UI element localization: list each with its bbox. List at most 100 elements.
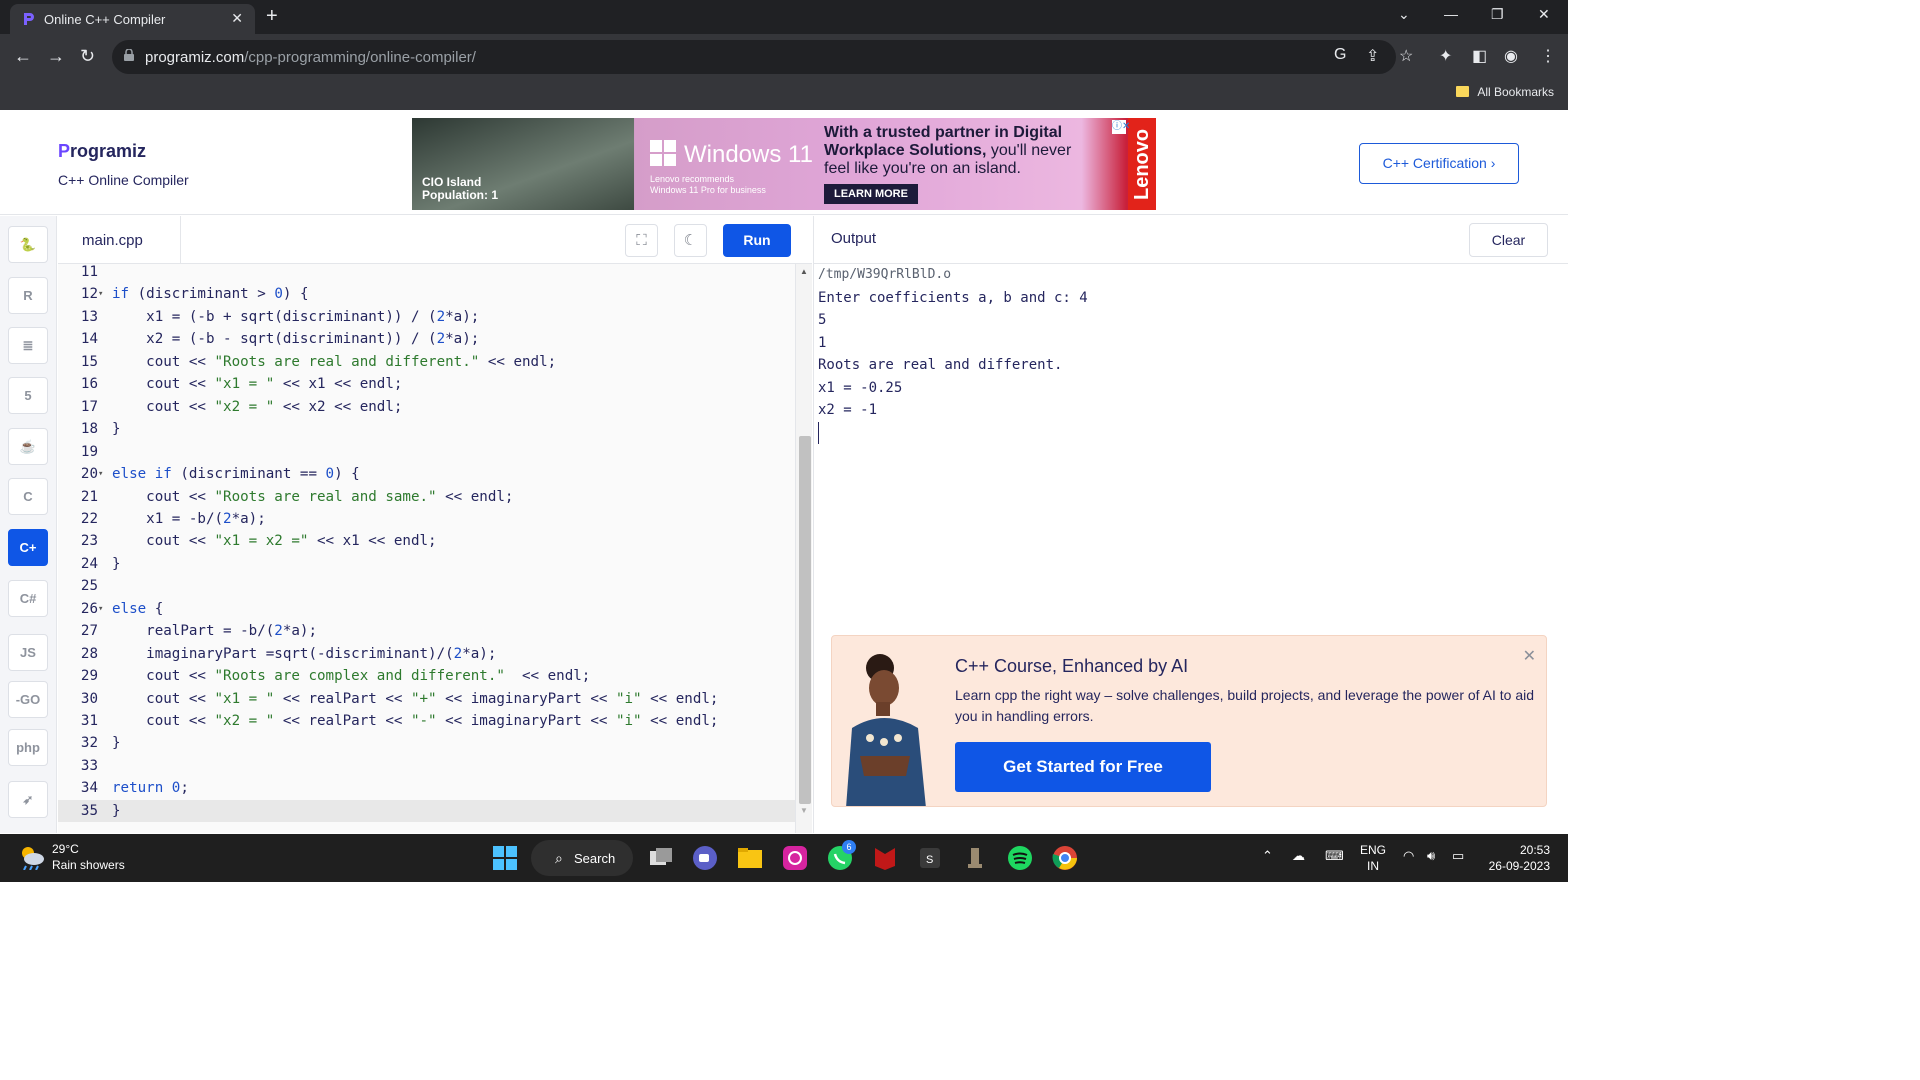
line-number: 18 xyxy=(80,421,98,438)
lang-cpp-button[interactable]: C+ xyxy=(8,529,48,566)
keyboard-icon[interactable]: ⌨ xyxy=(1325,848,1344,864)
code-line[interactable]: 17 cout << "x2 = " << x2 << endl; xyxy=(58,396,795,418)
get-started-button[interactable]: Get Started for Free xyxy=(955,742,1211,792)
code-line[interactable]: 29 cout << "Roots are complex and differ… xyxy=(58,665,795,687)
lang-swift-button[interactable]: ➶ xyxy=(8,781,48,818)
menu-icon[interactable]: ⋮ xyxy=(1540,46,1556,66)
side-panel-icon[interactable]: ◧ xyxy=(1472,46,1487,66)
lang-go-button[interactable]: -GO xyxy=(8,681,48,718)
code-line[interactable]: 25 xyxy=(58,575,795,597)
reload-icon[interactable]: ↻ xyxy=(80,46,95,67)
lang-html-button[interactable]: 5 xyxy=(8,377,48,414)
code-line[interactable]: 11 xyxy=(58,261,795,283)
minimize-icon[interactable]: — xyxy=(1444,6,1458,22)
lang-python-button[interactable]: 🐍 xyxy=(8,226,48,263)
cpp-certification-button[interactable]: C++ Certification › xyxy=(1359,143,1519,184)
restore-icon[interactable]: ❐ xyxy=(1491,6,1504,23)
all-bookmarks-button[interactable]: All Bookmarks xyxy=(1456,85,1554,99)
volume-icon[interactable]: 🔊︎ xyxy=(1427,848,1435,864)
battery-icon[interactable]: ▭ xyxy=(1452,848,1464,864)
lang-csharp-button[interactable]: C# xyxy=(8,580,48,617)
extensions-icon[interactable]: ✦ xyxy=(1439,46,1452,66)
programiz-logo[interactable]: Programiz xyxy=(58,141,146,162)
clock[interactable]: 20:53 26-09-2023 xyxy=(1480,842,1550,874)
editor-scrollbar[interactable]: ▲ ▼ xyxy=(795,264,812,833)
start-icon[interactable] xyxy=(491,844,519,872)
code-line[interactable]: 23 cout << "x1 = x2 =" << x1 << endl; xyxy=(58,530,795,552)
task-view-icon[interactable] xyxy=(647,844,675,872)
spotify-icon[interactable] xyxy=(1006,844,1034,872)
code-line[interactable]: 14 x2 = (-b - sqrt(discriminant)) / (2*a… xyxy=(58,328,795,350)
code-line[interactable]: 26 ▾ else { xyxy=(58,598,795,620)
code-line[interactable]: 21 cout << "Roots are real and same." <<… xyxy=(58,486,795,508)
browser-tab[interactable]: Online C++ Compiler ✕ xyxy=(10,4,255,34)
weather-rain-icon[interactable] xyxy=(18,844,46,870)
fold-arrow-icon[interactable]: ▾ xyxy=(98,604,103,614)
line-number: 32 xyxy=(80,735,98,752)
emblem-icon[interactable] xyxy=(961,844,989,872)
code-line[interactable]: 20 ▾ else if (discriminant == 0) { xyxy=(58,463,795,485)
instagram-icon[interactable] xyxy=(781,844,809,872)
taskbar-search[interactable]: ⌕ Search xyxy=(531,840,633,876)
code-line[interactable]: 33 xyxy=(58,755,795,777)
wifi-icon[interactable]: ◠ xyxy=(1403,848,1414,864)
scroll-up-icon[interactable]: ▲ xyxy=(800,267,808,276)
fold-arrow-icon[interactable]: ▾ xyxy=(98,469,103,479)
new-tab-icon[interactable]: + xyxy=(266,5,278,28)
ad-close-icon[interactable]: ⓘ✕ xyxy=(1112,120,1130,134)
code-line[interactable]: 30 cout << "x1 = " << realPart << "+" <<… xyxy=(58,688,795,710)
teams-chat-icon[interactable] xyxy=(691,844,719,872)
code-line[interactable]: 27 realPart = -b/(2*a); xyxy=(58,620,795,642)
lang-js-button[interactable]: JS xyxy=(8,634,48,671)
weather-widget[interactable]: 29°C Rain showers xyxy=(52,841,125,873)
scrollbar-thumb[interactable] xyxy=(799,436,811,804)
close-window-icon[interactable]: ✕ xyxy=(1538,6,1550,23)
tab-search-icon[interactable]: ⌄ xyxy=(1398,6,1410,23)
code-line[interactable]: 13 x1 = (-b + sqrt(discriminant)) / (2*a… xyxy=(58,306,795,328)
code-line[interactable]: 16 cout << "x1 = " << x1 << endl; xyxy=(58,373,795,395)
forward-icon[interactable]: → xyxy=(47,46,65,67)
code-editor[interactable]: 11 12 ▾ if (discriminant > 0) {13 x1 = (-b … xyxy=(58,264,795,833)
lang-c-button[interactable]: C xyxy=(8,478,48,515)
file-tab-main-cpp[interactable]: main.cpp xyxy=(58,216,181,264)
weather-temp: 29°C xyxy=(52,842,79,856)
lang-java-button[interactable]: ☕ xyxy=(8,428,48,465)
code-line[interactable]: 35} xyxy=(58,799,795,822)
mcafee-icon[interactable] xyxy=(871,844,899,872)
tab-close-icon[interactable]: ✕ xyxy=(231,10,243,27)
code-line[interactable]: 18} xyxy=(58,418,795,440)
profile-avatar-icon[interactable]: ◉ xyxy=(1504,46,1518,66)
back-icon[interactable]: ← xyxy=(14,46,32,67)
promo-close-icon[interactable]: ✕ xyxy=(1523,646,1536,666)
code-line[interactable]: 34 return 0; xyxy=(58,777,795,799)
chrome-icon[interactable] xyxy=(1051,844,1079,872)
file-explorer-icon[interactable] xyxy=(736,844,764,872)
ad-banner[interactable]: CIO Island Population: 1 Windows 11 Leno… xyxy=(412,118,1156,210)
scroll-down-icon[interactable]: ▼ xyxy=(800,806,808,815)
share-icon[interactable]: ⇪ xyxy=(1366,46,1379,66)
fullscreen-icon[interactable]: ⛶ xyxy=(625,224,658,257)
dark-mode-icon[interactable]: ☾ xyxy=(674,224,707,257)
language-indicator[interactable]: ENG IN xyxy=(1360,842,1386,874)
lang-sql-button[interactable]: ≣ xyxy=(8,327,48,364)
lang-php-button[interactable]: php xyxy=(8,729,48,766)
address-bar[interactable]: programiz.com/cpp-programming/online-com… xyxy=(112,40,1396,74)
code-line[interactable]: 22 x1 = -b/(2*a); xyxy=(58,508,795,530)
code-line[interactable]: 31 cout << "x2 = " << realPart << "-" <<… xyxy=(58,710,795,732)
code-line[interactable]: 32} xyxy=(58,732,795,754)
lang-r-button[interactable]: R xyxy=(8,277,48,314)
fold-arrow-icon[interactable]: ▾ xyxy=(98,289,103,299)
code-line[interactable]: 19 xyxy=(58,441,795,463)
app-s-icon[interactable]: S xyxy=(916,844,944,872)
google-icon[interactable]: G xyxy=(1334,46,1346,64)
show-hidden-icons-icon[interactable]: ⌃ xyxy=(1262,848,1273,864)
onedrive-icon[interactable]: ☁ xyxy=(1292,848,1305,864)
clear-button[interactable]: Clear xyxy=(1469,223,1548,257)
ad-learn-more-button[interactable]: LEARN MORE xyxy=(824,184,918,204)
code-line[interactable]: 24} xyxy=(58,553,795,575)
run-button[interactable]: Run xyxy=(723,224,791,257)
code-line[interactable]: 15 cout << "Roots are real and different… xyxy=(58,351,795,373)
bookmark-star-icon[interactable]: ☆ xyxy=(1399,46,1413,66)
code-line[interactable]: 28 imaginaryPart =sqrt(-discriminant)/(2… xyxy=(58,643,795,665)
code-line[interactable]: 12 ▾ if (discriminant > 0) { xyxy=(58,283,795,305)
